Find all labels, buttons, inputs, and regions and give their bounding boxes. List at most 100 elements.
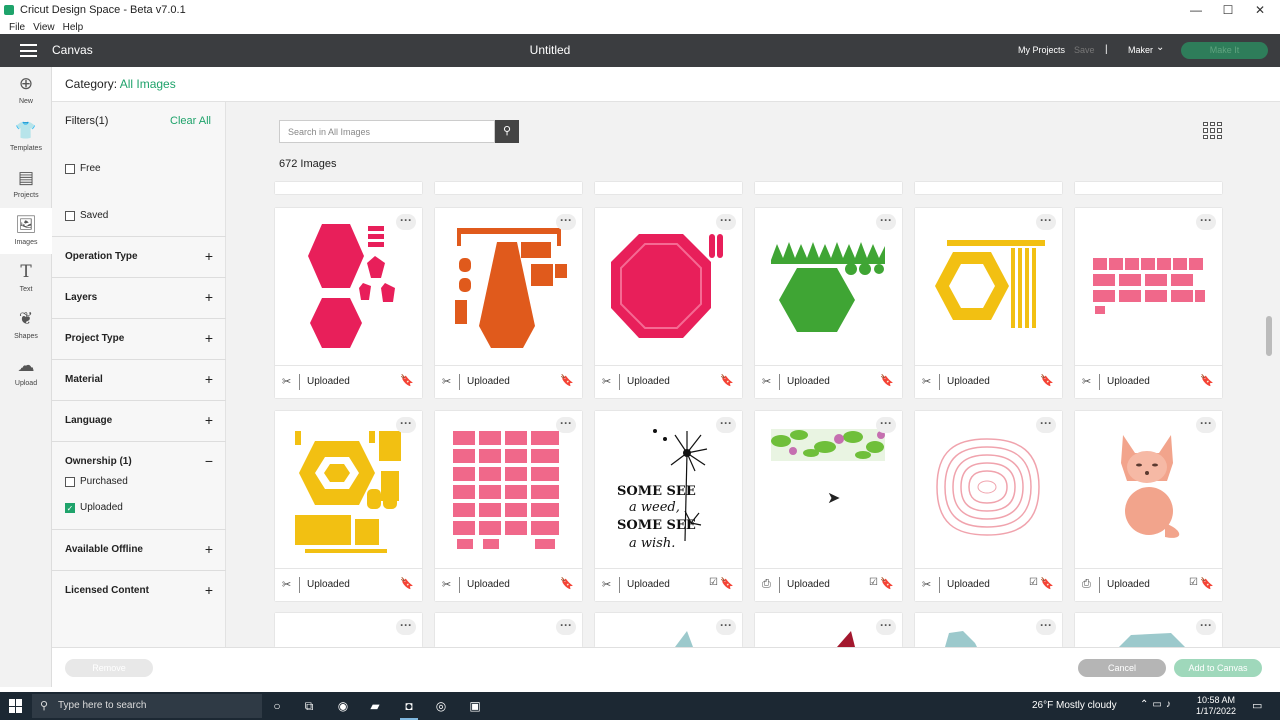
image-card[interactable]: SOME SEE a weed, SOME SEE a wish. ··· ✂ … — [595, 411, 742, 601]
bookmark-icon[interactable]: 🔖 — [560, 374, 574, 387]
scrollbar-thumb[interactable] — [1266, 316, 1272, 356]
image-card-partial[interactable]: ··· — [595, 613, 742, 647]
chevron-down-icon[interactable]: ⌄ — [1156, 42, 1164, 53]
filter-section-project-type[interactable]: Project Type + — [52, 318, 226, 358]
more-options-icon[interactable]: ··· — [1196, 214, 1216, 230]
image-card[interactable]: ··· ✂ Uploaded 🔖 — [275, 208, 422, 398]
make-it-button[interactable]: Make It — [1181, 42, 1268, 59]
menu-view[interactable]: View — [33, 22, 55, 33]
image-card[interactable]: ··· ✂ Uploaded 🔖 — [435, 208, 582, 398]
more-options-icon[interactable]: ··· — [1196, 619, 1216, 635]
bookmark-icon[interactable]: 🔖 — [1040, 374, 1054, 387]
notification-icon[interactable]: ▭ — [1252, 699, 1262, 712]
expand-plus-icon[interactable]: + — [205, 541, 213, 557]
expand-plus-icon[interactable]: + — [205, 289, 213, 305]
filter-section-available-offline[interactable]: Available Offline + — [52, 529, 226, 569]
image-thumbnail[interactable] — [275, 411, 422, 568]
filter-section-layers[interactable]: Layers + — [52, 277, 226, 317]
nav-shapes[interactable]: ❦ Shapes — [0, 302, 52, 348]
search-input[interactable]: Search in All Images — [279, 120, 495, 143]
results-scrollbar[interactable] — [1265, 186, 1273, 646]
nav-text[interactable]: T Text — [0, 255, 52, 301]
image-thumbnail[interactable] — [435, 208, 582, 365]
remove-button[interactable]: Remove — [65, 659, 153, 677]
more-options-icon[interactable]: ··· — [556, 417, 576, 433]
image-card[interactable]: ··· ✂ Uploaded 🔖 — [915, 208, 1062, 398]
windows-start-icon[interactable] — [9, 699, 23, 713]
more-options-icon[interactable]: ··· — [556, 214, 576, 230]
image-card-partial[interactable]: ··· — [915, 613, 1062, 647]
filter-section-language[interactable]: Language + — [52, 400, 226, 440]
image-thumbnail[interactable] — [595, 208, 742, 365]
cortana-icon[interactable]: ○ — [266, 696, 288, 716]
nav-projects[interactable]: ▤ Projects — [0, 161, 52, 207]
more-options-icon[interactable]: ··· — [716, 619, 736, 635]
image-card-partial[interactable]: ··· — [755, 613, 902, 647]
more-options-icon[interactable]: ··· — [396, 417, 416, 433]
taskbar-search[interactable]: ⚲ Type here to search — [32, 694, 262, 718]
checkbox-checked[interactable]: ✓ — [65, 502, 75, 513]
free-filter[interactable]: Free — [65, 163, 101, 174]
filter-section-material[interactable]: Material + — [52, 359, 226, 399]
image-card[interactable]: ··· ⎙ Uploaded ☑ 🔖 — [1075, 411, 1222, 601]
checkbox[interactable] — [65, 476, 75, 487]
filter-section-licensed-content[interactable]: Licensed Content + — [52, 570, 226, 610]
weather-widget[interactable]: 26°F Mostly cloudy — [1032, 700, 1117, 711]
cricut-app-icon[interactable]: ◘ — [398, 696, 420, 716]
grid-view-icon[interactable] — [1203, 122, 1222, 139]
bookmark-icon[interactable]: 🔖 — [880, 374, 894, 387]
bookmark-icon[interactable]: 🔖 — [400, 374, 414, 387]
my-projects-link[interactable]: My Projects — [1018, 45, 1065, 55]
checkbox[interactable] — [65, 210, 75, 221]
search-button[interactable]: ⚲ — [495, 120, 519, 143]
more-options-icon[interactable]: ··· — [396, 619, 416, 635]
save-link[interactable]: Save — [1074, 45, 1095, 55]
image-card-partial[interactable]: ··· — [1075, 613, 1222, 647]
image-thumbnail[interactable] — [755, 208, 902, 365]
more-options-icon[interactable]: ··· — [876, 214, 896, 230]
image-card[interactable]: ··· ✂ Uploaded 🔖 — [1075, 208, 1222, 398]
image-card[interactable]: ··· ✂ Uploaded 🔖 — [755, 208, 902, 398]
image-thumbnail[interactable] — [915, 208, 1062, 365]
filter-section-operation-type[interactable]: Operation Type + — [52, 236, 226, 276]
bookmark-icon[interactable]: 🔖 — [720, 577, 734, 590]
image-thumbnail[interactable] — [915, 411, 1062, 568]
image-card[interactable]: ➤ ··· ⎙ Uploaded ☑ 🔖 — [755, 411, 902, 601]
image-card-partial[interactable]: ··· — [275, 613, 422, 647]
collapse-minus-icon[interactable]: − — [205, 453, 213, 469]
chrome-icon[interactable]: ◉ — [332, 696, 354, 716]
menu-help[interactable]: Help — [63, 22, 84, 33]
more-options-icon[interactable]: ··· — [716, 214, 736, 230]
bookmark-icon[interactable]: 🔖 — [1200, 374, 1214, 387]
close-button[interactable]: ✕ — [1244, 0, 1276, 20]
cancel-button[interactable]: Cancel — [1078, 659, 1166, 677]
image-card[interactable]: ··· ✂ Uploaded 🔖 — [595, 208, 742, 398]
expand-plus-icon[interactable]: + — [205, 248, 213, 264]
clear-all-link[interactable]: Clear All — [170, 115, 211, 127]
nav-upload[interactable]: ☁ Upload — [0, 349, 52, 395]
ownership-uploaded[interactable]: ✓ Uploaded — [65, 502, 123, 513]
ownership-purchased[interactable]: Purchased — [65, 476, 128, 487]
image-card-partial[interactable] — [755, 182, 902, 194]
nav-images[interactable]: 🖼 Images — [0, 208, 52, 254]
more-options-icon[interactable]: ··· — [1036, 417, 1056, 433]
bookmark-icon[interactable]: 🔖 — [720, 374, 734, 387]
add-to-canvas-button[interactable]: Add to Canvas — [1174, 659, 1262, 677]
more-options-icon[interactable]: ··· — [876, 619, 896, 635]
category-value[interactable]: All Images — [120, 77, 176, 91]
image-card[interactable]: ··· ✂ Uploaded 🔖 — [275, 411, 422, 601]
task-view-icon[interactable]: ⧉ — [298, 696, 320, 716]
image-thumbnail[interactable]: SOME SEE a weed, SOME SEE a wish. — [595, 411, 742, 568]
bookmark-icon[interactable]: 🔖 — [560, 577, 574, 590]
nav-templates[interactable]: 👕 Templates — [0, 114, 52, 160]
more-options-icon[interactable]: ··· — [716, 417, 736, 433]
image-thumbnail[interactable]: ➤ — [755, 411, 902, 568]
image-thumbnail[interactable] — [1075, 411, 1222, 568]
checkbox[interactable] — [65, 163, 75, 174]
more-options-icon[interactable]: ··· — [396, 214, 416, 230]
bookmark-icon[interactable]: 🔖 — [880, 577, 894, 590]
bookmark-icon[interactable]: 🔖 — [1040, 577, 1054, 590]
bookmark-icon[interactable]: 🔖 — [400, 577, 414, 590]
image-card-partial[interactable] — [275, 182, 422, 194]
image-card-partial[interactable]: ··· — [435, 613, 582, 647]
